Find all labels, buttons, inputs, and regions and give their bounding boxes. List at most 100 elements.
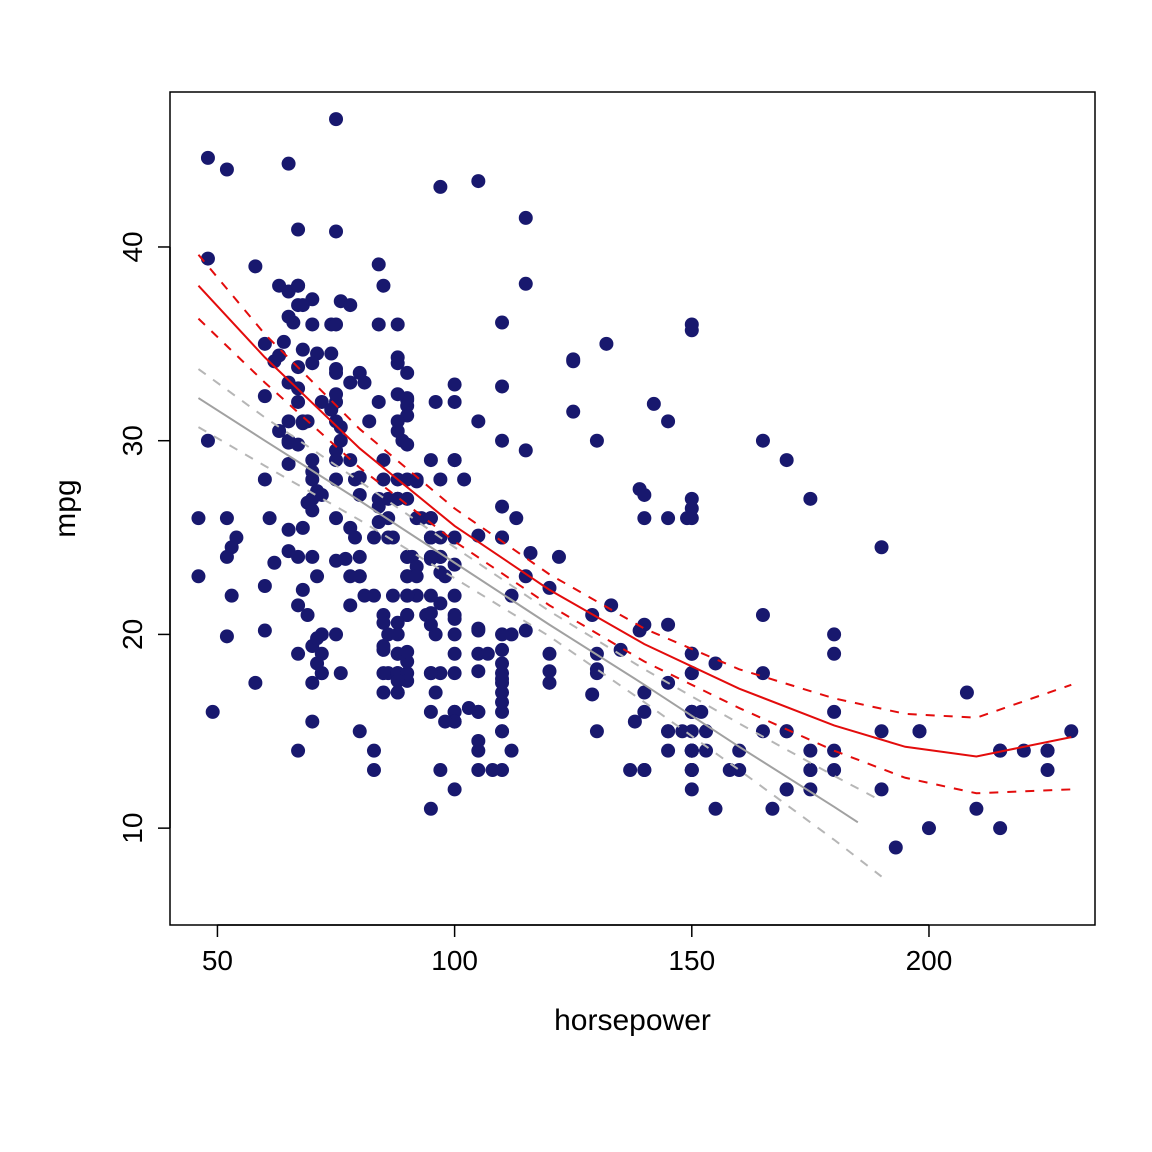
data-point xyxy=(495,379,509,393)
data-point xyxy=(685,323,699,337)
x-tick-labels: 50100150200 xyxy=(202,945,952,976)
y-axis-label: mpg xyxy=(49,479,82,537)
data-point xyxy=(376,666,390,680)
data-point xyxy=(519,211,533,225)
data-point xyxy=(391,317,405,331)
data-point xyxy=(495,724,509,738)
data-point xyxy=(922,821,936,835)
data-point xyxy=(258,579,272,593)
data-point xyxy=(391,356,405,370)
data-point xyxy=(343,598,357,612)
data-point xyxy=(433,472,447,486)
data-point xyxy=(462,701,476,715)
data-point xyxy=(282,544,296,558)
data-point xyxy=(201,252,215,266)
data-point xyxy=(471,529,485,543)
data-point xyxy=(433,596,447,610)
data-point xyxy=(376,643,390,657)
data-point xyxy=(448,531,462,545)
data-point xyxy=(291,279,305,293)
data-point xyxy=(723,763,737,777)
x-ticks xyxy=(217,925,929,937)
data-point xyxy=(780,782,794,796)
data-point xyxy=(310,631,324,645)
data-point xyxy=(685,744,699,758)
data-point xyxy=(471,624,485,638)
data-point xyxy=(1041,763,1055,777)
data-point xyxy=(680,511,694,525)
data-point xyxy=(495,643,509,657)
data-point xyxy=(448,395,462,409)
data-point xyxy=(709,802,723,816)
data-point xyxy=(305,715,319,729)
data-point xyxy=(756,434,770,448)
data-point xyxy=(296,298,310,312)
data-point xyxy=(448,647,462,661)
data-point xyxy=(429,686,443,700)
data-point xyxy=(400,492,414,506)
data-point xyxy=(694,705,708,719)
data-point xyxy=(305,503,319,517)
data-point xyxy=(376,616,390,630)
data-point xyxy=(495,316,509,330)
data-point xyxy=(334,420,348,434)
data-point xyxy=(201,434,215,448)
data-point xyxy=(367,763,381,777)
data-point xyxy=(225,540,239,554)
data-point xyxy=(960,686,974,700)
data-point xyxy=(291,598,305,612)
data-point xyxy=(329,511,343,525)
data-point xyxy=(220,162,234,176)
data-point xyxy=(889,841,903,855)
data-point xyxy=(367,531,381,545)
data-point xyxy=(291,223,305,237)
data-point xyxy=(400,645,414,659)
data-point xyxy=(201,151,215,165)
data-point xyxy=(623,763,637,777)
data-point xyxy=(220,511,234,525)
data-point xyxy=(305,317,319,331)
data-point xyxy=(509,511,523,525)
data-point xyxy=(495,500,509,514)
data-point xyxy=(661,618,675,632)
data-point xyxy=(248,676,262,690)
data-point xyxy=(305,550,319,564)
y-tick-label: 10 xyxy=(117,813,148,844)
data-point xyxy=(471,734,485,748)
data-point xyxy=(324,347,338,361)
data-point xyxy=(471,174,485,188)
data-point xyxy=(495,656,509,670)
data-point xyxy=(248,259,262,273)
data-point xyxy=(424,705,438,719)
data-point xyxy=(372,257,386,271)
x-tick-label: 50 xyxy=(202,945,233,976)
data-point xyxy=(969,802,983,816)
data-point xyxy=(637,511,651,525)
data-point xyxy=(315,488,329,502)
data-point xyxy=(391,674,405,688)
data-point xyxy=(505,744,519,758)
scatter-points xyxy=(191,112,1078,854)
data-point xyxy=(827,647,841,661)
data-point xyxy=(827,763,841,777)
data-point xyxy=(310,656,324,670)
data-point xyxy=(457,472,471,486)
data-point xyxy=(448,589,462,603)
chart-container: 50100150200 10203040 horsepower mpg xyxy=(0,0,1152,1152)
data-point xyxy=(282,523,296,537)
data-point xyxy=(258,624,272,638)
data-point xyxy=(637,763,651,777)
data-point xyxy=(272,279,286,293)
data-point xyxy=(367,589,381,603)
data-point xyxy=(685,763,699,777)
data-point xyxy=(875,724,889,738)
data-point xyxy=(410,569,424,583)
data-point xyxy=(310,569,324,583)
data-point xyxy=(424,666,438,680)
data-point xyxy=(1064,724,1078,738)
data-point xyxy=(495,434,509,448)
data-point xyxy=(803,744,817,758)
data-point xyxy=(391,387,405,401)
data-point xyxy=(552,550,566,564)
data-point xyxy=(220,629,234,643)
